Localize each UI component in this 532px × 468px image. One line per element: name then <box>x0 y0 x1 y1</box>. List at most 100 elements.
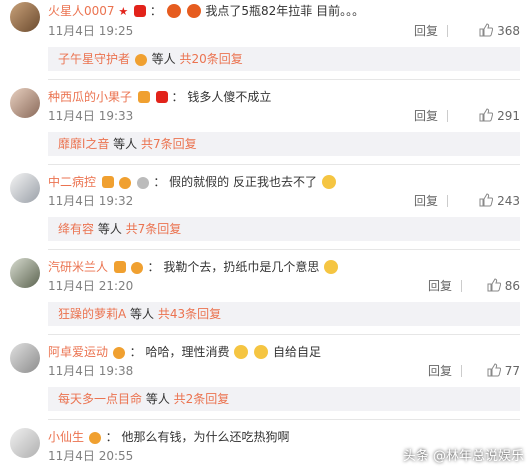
sub-reply-total[interactable]: 共20条回复 <box>180 52 243 66</box>
level-badge-icon <box>137 91 150 103</box>
sub-reply-total[interactable]: 共43条回复 <box>158 307 221 321</box>
sub-reply-username[interactable]: 子午星守护者 <box>58 52 130 66</box>
divider <box>447 195 448 207</box>
emoji-icon <box>136 177 149 189</box>
reply-button[interactable]: 回复 <box>414 191 438 211</box>
comment-text: 哈哈，理性消费 <box>145 345 230 359</box>
sub-reply-username[interactable]: 每天多一点目命 <box>58 392 142 406</box>
reply-button[interactable]: 回复 <box>428 276 452 296</box>
avatar[interactable] <box>10 343 40 373</box>
comment-username[interactable]: 火星人0007 <box>48 4 115 18</box>
level-badge-icon <box>155 91 168 103</box>
comment-item: 火星人0007 ★ ： 我点了5瓶82年拉菲 目前。。。 11月4日 19:25… <box>0 0 532 80</box>
comment-item: 中二病控 ： 假的就假的 反正我也去不了 11月4日 19:32 回复 243 … <box>0 165 532 250</box>
colon-separator: ： <box>105 430 118 444</box>
divider <box>461 365 462 377</box>
colon-separator: ： <box>171 90 184 104</box>
like-button[interactable]: 291 <box>479 106 520 126</box>
comment-item: 种西瓜的小果子 ： 钱多人傻不成立 11月4日 19:33 回复 291 靡靡l… <box>0 80 532 165</box>
emoji-icon <box>254 345 269 359</box>
thumbs-up-icon <box>479 193 494 207</box>
emoji-icon <box>166 4 181 18</box>
like-count: 86 <box>504 279 520 293</box>
sub-reply-total[interactable]: 共2条回复 <box>174 392 230 406</box>
sub-reply-total[interactable]: 共7条回复 <box>141 137 197 151</box>
sub-reply-others: 等人 <box>113 137 141 151</box>
emoji-icon <box>118 177 131 189</box>
sub-replies-bar[interactable]: 狂躁的萝莉A 等人 共43条回复 <box>48 302 520 326</box>
avatar[interactable] <box>10 258 40 288</box>
sub-reply-username[interactable]: 靡靡l之音 <box>58 137 109 151</box>
thumbs-up-icon <box>487 278 501 292</box>
like-count: 368 <box>497 24 520 38</box>
comment-username[interactable]: 小仙生 <box>48 430 84 444</box>
colon-separator: ： <box>153 175 166 189</box>
thumbs-up-icon <box>479 108 494 122</box>
comment-item: 汽研米兰人 ： 我勒个去，扔纸巾是几个意思 11月4日 21:20 回复 86 … <box>0 250 532 335</box>
comment-time: 11月4日 21:20 <box>48 279 134 293</box>
comment-username[interactable]: 种西瓜的小果子 <box>48 90 132 104</box>
comment-text: 钱多人傻不成立 <box>187 90 272 104</box>
sub-reply-others: 等人 <box>145 392 174 406</box>
like-button[interactable]: 368 <box>479 21 520 41</box>
sub-replies-bar[interactable]: 绛有容 等人 共7条回复 <box>48 217 520 241</box>
like-count: 291 <box>497 109 520 123</box>
emoji-icon <box>234 345 249 359</box>
divider <box>461 280 462 292</box>
emoji-icon <box>324 260 339 274</box>
colon-separator: ： <box>129 345 142 359</box>
divider <box>447 110 448 122</box>
thumbs-up-icon <box>479 23 494 37</box>
sub-replies-bar[interactable]: 每天多一点目命 等人 共2条回复 <box>48 387 520 411</box>
reply-button[interactable]: 回复 <box>428 361 452 381</box>
comment-text: 他那么有钱，为什么还吃热狗啊 <box>121 430 290 444</box>
reply-button[interactable]: 回复 <box>414 21 438 41</box>
sub-reply-others: 等人 <box>130 307 158 321</box>
watermark: 头条 @林年总说娱乐 <box>402 449 524 464</box>
colon-separator: ： <box>149 4 162 18</box>
comment-time: 11月4日 19:33 <box>48 109 134 123</box>
comment-time: 11月4日 19:25 <box>48 24 134 38</box>
emoji-icon <box>112 347 125 359</box>
like-count: 243 <box>497 194 520 208</box>
sub-replies-bar[interactable]: 子午星守护者 等人 共20条回复 <box>48 47 520 71</box>
sub-reply-username[interactable]: 狂躁的萝莉A <box>58 307 126 321</box>
avatar[interactable] <box>10 173 40 203</box>
comment-username[interactable]: 汽研米兰人 <box>48 260 108 274</box>
like-count: 77 <box>504 364 520 378</box>
comment-username[interactable]: 阿卓爱运动 <box>48 345 108 359</box>
sub-reply-others: 等人 <box>97 222 126 236</box>
comment-item: 阿卓爱运动 ： 哈哈，理性消费 自给自足 11月4日 19:38 回复 77 每… <box>0 335 532 420</box>
comment-text: 我点了5瓶82年拉菲 目前。。。 <box>205 4 365 18</box>
comment-time: 11月4日 20:55 <box>48 449 134 463</box>
verified-v-icon <box>113 261 126 273</box>
comment-text: 自给自足 <box>273 345 322 359</box>
comment-username[interactable]: 中二病控 <box>48 175 96 189</box>
emoji-icon <box>134 54 147 66</box>
emoji-icon <box>130 262 143 274</box>
level-badge-icon <box>134 5 147 17</box>
comment-time: 11月4日 19:32 <box>48 194 134 208</box>
avatar[interactable] <box>10 2 40 32</box>
divider <box>447 25 448 37</box>
thumbs-up-icon <box>487 363 501 377</box>
avatar[interactable] <box>10 428 40 458</box>
sub-reply-others: 等人 <box>151 52 180 66</box>
sub-reply-username[interactable]: 绛有容 <box>58 222 94 236</box>
vip-star-icon: ★ <box>118 5 129 18</box>
sub-reply-total[interactable]: 共7条回复 <box>126 222 182 236</box>
like-button[interactable]: 86 <box>487 276 520 296</box>
emoji-icon <box>186 4 201 18</box>
like-button[interactable]: 243 <box>479 191 520 211</box>
emoji-icon <box>88 432 101 444</box>
avatar[interactable] <box>10 88 40 118</box>
comment-time: 11月4日 19:38 <box>48 364 134 378</box>
verified-v-icon <box>101 176 114 188</box>
reply-button[interactable]: 回复 <box>414 106 438 126</box>
like-button[interactable]: 77 <box>487 361 520 381</box>
colon-separator: ： <box>147 260 160 274</box>
emoji-icon <box>321 175 336 189</box>
comment-text: 假的就假的 反正我也去不了 <box>169 175 317 189</box>
sub-replies-bar[interactable]: 靡靡l之音 等人 共7条回复 <box>48 132 520 156</box>
comment-text: 我勒个去，扔纸巾是几个意思 <box>163 260 320 274</box>
